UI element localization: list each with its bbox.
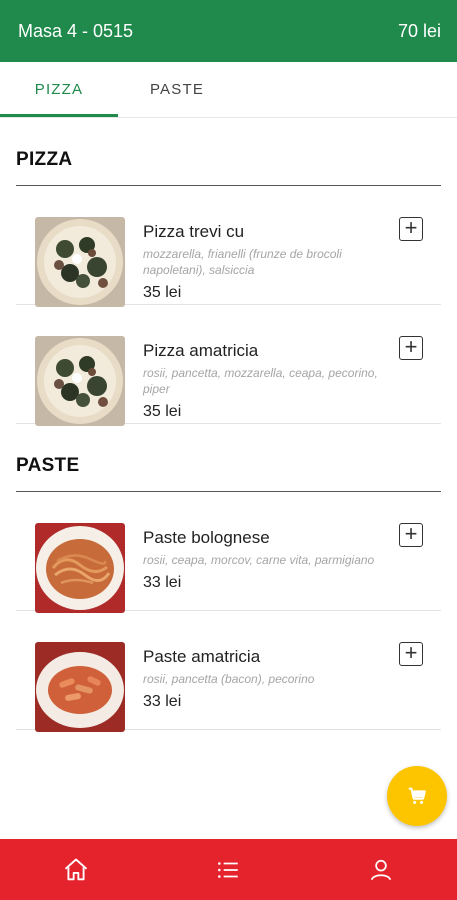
plus-square-icon: + bbox=[404, 334, 418, 359]
nav-menu-button[interactable] bbox=[198, 839, 258, 900]
list-item: Paste amatricia rosii, pancetta (bacon),… bbox=[16, 611, 441, 732]
add-button[interactable]: + bbox=[399, 523, 423, 547]
category-tabs: PIZZA PASTE bbox=[0, 62, 457, 118]
item-description: rosii, pancetta, mozzarella, ceapa, peco… bbox=[143, 366, 378, 396]
list-item: Pizza amatricia rosii, pancetta, mozzare… bbox=[16, 305, 441, 426]
add-button[interactable]: + bbox=[399, 336, 423, 360]
item-price: 33 lei bbox=[143, 693, 182, 710]
plus-square-icon: + bbox=[404, 640, 418, 665]
table-title: Masa 4 - 0515 bbox=[18, 20, 134, 41]
add-button[interactable]: + bbox=[399, 217, 423, 241]
item-name: Paste amatricia bbox=[143, 647, 261, 666]
dish-image bbox=[35, 642, 125, 732]
item-price: 35 lei bbox=[143, 403, 182, 420]
menu-list: PIZZA Pizza trevi cu mozzarella, frianel… bbox=[0, 118, 457, 732]
list-icon bbox=[218, 861, 239, 878]
tab-pizza[interactable]: PIZZA bbox=[0, 62, 118, 117]
cart-button[interactable] bbox=[387, 766, 447, 826]
nav-profile-button[interactable] bbox=[351, 839, 411, 900]
user-icon bbox=[370, 859, 391, 880]
list-item: Paste bolognese rosii, ceapa, morcov, ca… bbox=[16, 492, 441, 613]
item-name: Pizza amatricia bbox=[143, 341, 259, 360]
item-price: 33 lei bbox=[143, 574, 182, 591]
plus-square-icon: + bbox=[404, 521, 418, 546]
item-info: Paste amatricia rosii, pancetta (bacon),… bbox=[143, 645, 399, 711]
dish-image bbox=[35, 523, 125, 613]
bottom-navigation bbox=[0, 839, 457, 900]
home-icon bbox=[65, 858, 88, 880]
tab-paste[interactable]: PASTE bbox=[118, 62, 236, 117]
item-info: Paste bolognese rosii, ceapa, morcov, ca… bbox=[143, 526, 399, 592]
nav-home-button[interactable] bbox=[46, 839, 106, 900]
item-price: 35 lei bbox=[143, 284, 182, 301]
list-item: Pizza trevi cu mozzarella, frianelli (fr… bbox=[16, 186, 441, 307]
app-header: Masa 4 - 0515 70 lei bbox=[0, 0, 457, 62]
section-title-pizza: PIZZA bbox=[16, 118, 441, 186]
item-name: Paste bolognese bbox=[143, 528, 270, 547]
dish-image bbox=[35, 336, 125, 426]
item-name: Pizza trevi cu bbox=[143, 222, 245, 241]
order-total: 70 lei bbox=[397, 20, 441, 41]
item-info: Pizza amatricia rosii, pancetta, mozzare… bbox=[143, 339, 399, 421]
add-button[interactable]: + bbox=[399, 642, 423, 666]
item-description: mozzarella, frianelli (frunze de brocoli… bbox=[143, 247, 342, 277]
item-description: rosii, ceapa, morcov, carne vita, parmig… bbox=[143, 553, 375, 567]
section-title-paste: PASTE bbox=[16, 424, 441, 492]
cart-icon bbox=[408, 787, 426, 804]
item-info: Pizza trevi cu mozzarella, frianelli (fr… bbox=[143, 220, 399, 302]
plus-square-icon: + bbox=[404, 215, 418, 240]
item-description: rosii, pancetta (bacon), pecorino bbox=[143, 672, 315, 686]
dish-image bbox=[35, 217, 125, 307]
